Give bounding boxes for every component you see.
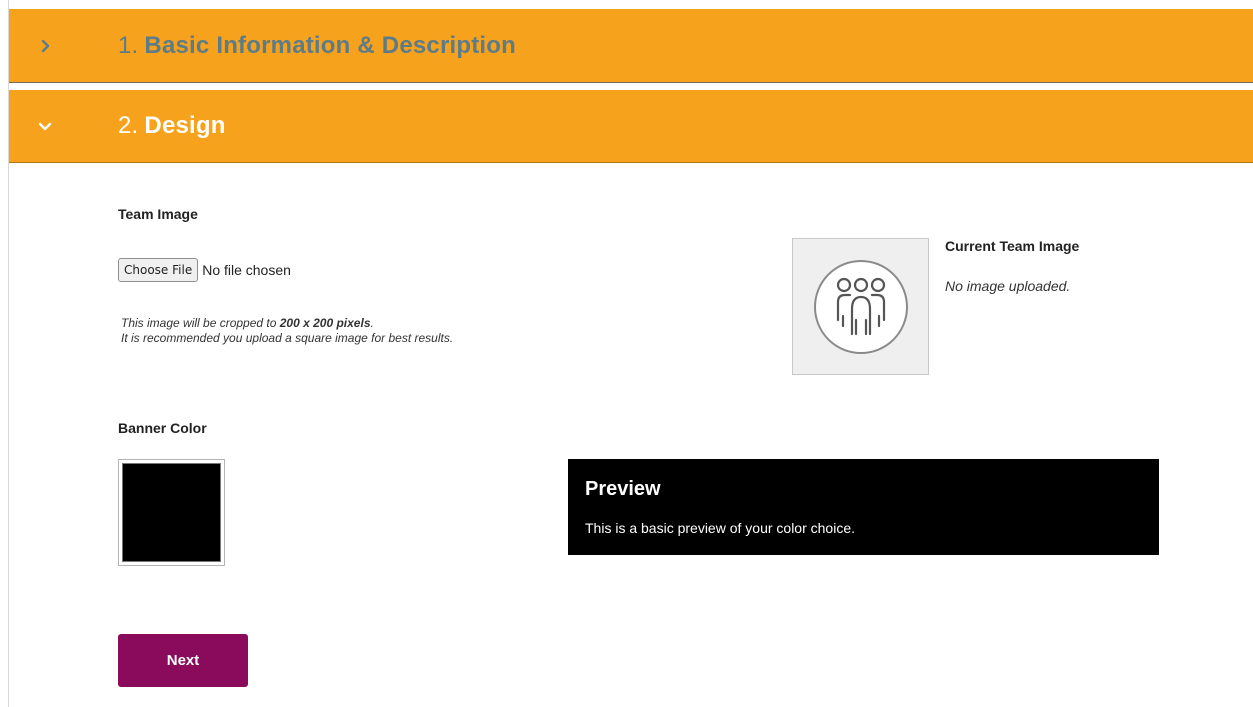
file-upload: Choose File No file chosen <box>118 258 291 282</box>
next-button[interactable]: Next <box>118 634 248 687</box>
help-line-2: It is recommended you upload a square im… <box>121 331 454 345</box>
banner-color-label: Banner Color <box>118 420 207 436</box>
image-help-text: This image will be cropped to 200 x 200 … <box>121 316 453 346</box>
accordion-section-design[interactable]: 2. Design <box>9 90 1253 163</box>
accordion-title: 1. Basic Information & Description <box>118 32 516 60</box>
accordion-title: 2. Design <box>118 112 226 140</box>
current-team-image-status: No image uploaded. <box>945 278 1071 294</box>
team-image-label: Team Image <box>118 206 198 222</box>
help-suffix: . <box>370 316 374 330</box>
file-status-text: No file chosen <box>202 262 291 278</box>
banner-color-picker[interactable] <box>118 459 225 566</box>
help-prefix: This image will be cropped to <box>121 316 280 330</box>
choose-file-button[interactable]: Choose File <box>118 258 199 282</box>
preview-text: This is a basic preview of your color ch… <box>585 520 855 536</box>
preview-title: Preview <box>585 478 661 500</box>
color-swatch <box>122 463 221 562</box>
section-title: Basic Information & Description <box>144 31 517 59</box>
help-line-1: This image will be cropped to 200 x 200 … <box>121 316 453 331</box>
section-title: Design <box>144 112 226 139</box>
current-team-image-title: Current Team Image <box>945 238 1080 254</box>
current-team-image <box>792 238 929 375</box>
chevron-down-icon[interactable] <box>33 114 57 138</box>
section-number: 1. <box>118 31 139 59</box>
chevron-right-icon[interactable] <box>33 34 57 58</box>
accordion-section-basic-info[interactable]: 1. Basic Information & Description <box>9 9 1253 83</box>
help-size: 200 x 200 pixels <box>279 316 371 330</box>
team-group-icon <box>814 260 908 354</box>
section-number: 2. <box>118 112 139 139</box>
banner-preview: Preview This is a basic preview of your … <box>568 459 1159 555</box>
